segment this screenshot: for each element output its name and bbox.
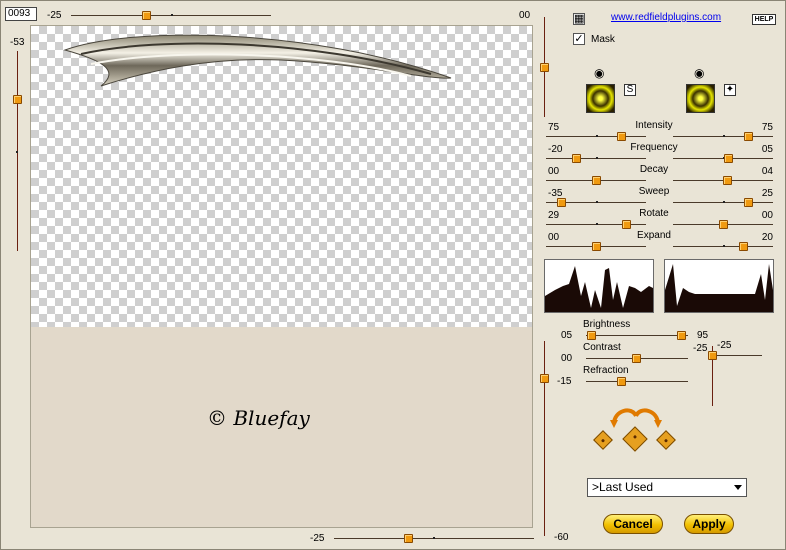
brightness-slider-knob-low[interactable] — [587, 331, 596, 340]
brightness-left-value: 05 — [561, 330, 573, 341]
bottom-slider-value: -25 — [310, 533, 325, 544]
chevron-down-icon — [734, 485, 742, 490]
refraction-slider-knob[interactable] — [617, 377, 626, 386]
help-button[interactable]: HELP — [752, 14, 776, 25]
right-wave-graph — [664, 259, 774, 313]
randomize-small-dice-icon[interactable] — [593, 430, 613, 450]
left-slider-center-tick — [16, 151, 18, 153]
wave-control-label: Frequency — [630, 142, 678, 153]
wave-control-right-slider-knob[interactable] — [724, 154, 733, 163]
plugin-window: 0093 -25 00 -53 © Bluefay ▦ www.redfield… — [0, 0, 786, 550]
brightness-slider-track[interactable] — [586, 335, 688, 336]
bottom-slider-knob[interactable] — [404, 534, 413, 543]
wave-control-left-value: -20 — [548, 144, 563, 155]
wave-control-left-center-tick — [596, 157, 598, 159]
wave-control-left-slider-knob[interactable] — [592, 176, 601, 185]
metallic-wave-shape — [63, 34, 452, 87]
wave-control-label: Decay — [639, 164, 669, 175]
contrast-label: Contrast — [583, 342, 621, 353]
swirl-toggle-icon[interactable]: ✦ — [724, 84, 736, 96]
wave-control-right-value: 20 — [761, 232, 773, 243]
left-wave-graph — [544, 259, 654, 313]
wave-control-label: Expand — [637, 230, 671, 241]
watermark-signature: © Bluefay — [207, 406, 310, 430]
wave-control-right-center-tick — [723, 135, 725, 137]
wave-control-left-value: 75 — [548, 122, 560, 133]
background-toggle-icon[interactable]: ▦ — [573, 13, 585, 25]
wave-control-right-value: 04 — [761, 166, 773, 177]
mask-label: Mask — [591, 34, 615, 45]
contrast-slider-knob[interactable] — [632, 354, 641, 363]
refraction-label: Refraction — [583, 365, 629, 376]
eye-icon[interactable]: ◉ — [594, 67, 604, 79]
frame-number-field[interactable]: 0093 — [5, 7, 37, 21]
wave-control-left-slider-knob[interactable] — [622, 220, 631, 229]
side-horizontal-slider-track[interactable] — [712, 355, 762, 356]
wave-control-right-center-tick — [723, 201, 725, 203]
wave-control-right-slider-knob[interactable] — [719, 220, 728, 229]
wave-control-left-center-tick — [596, 135, 598, 137]
wave-control-label: Intensity — [635, 120, 673, 131]
light-vertical-slider-track[interactable] — [544, 341, 545, 536]
preview-canvas[interactable]: © Bluefay — [30, 25, 533, 528]
refraction-left-value: -15 — [557, 376, 572, 387]
contrast-left-value: 00 — [561, 353, 573, 364]
right-top-slider-knob[interactable] — [540, 63, 549, 72]
randomize-small-dice-icon[interactable] — [656, 430, 676, 450]
top-right-value: 00 — [519, 10, 531, 21]
right-wave-graph-plot — [665, 264, 773, 312]
wave-control-right-slider-knob[interactable] — [723, 176, 732, 185]
wave-control-left-slider-knob[interactable] — [557, 198, 566, 207]
wave-control-label: Sweep — [638, 186, 670, 197]
wave-control-right-slider-knob[interactable] — [744, 198, 753, 207]
brightness-label: Brightness — [583, 319, 631, 330]
wave-control-left-slider-knob[interactable] — [592, 242, 601, 251]
preset-selected-value: >Last Used — [592, 480, 654, 494]
brightness-slider-knob-high[interactable] — [677, 331, 686, 340]
randomize-arrows-icon[interactable] — [610, 404, 662, 428]
wave-control-right-center-tick — [723, 245, 725, 247]
top-slider-center-tick — [171, 14, 173, 16]
wave-control-right-value: 05 — [761, 144, 773, 155]
wave-control-right-slider-knob[interactable] — [744, 132, 753, 141]
wave-control-left-center-tick — [596, 201, 598, 203]
website-link[interactable]: www.redfieldplugins.com — [611, 12, 721, 23]
left-slider-knob[interactable] — [13, 95, 22, 104]
top-slider-knob[interactable] — [142, 11, 151, 20]
refraction-slider-track[interactable] — [586, 381, 688, 382]
wave-control-left-value: 00 — [548, 166, 560, 177]
top-slider-value: -25 — [47, 10, 62, 21]
side-slider-knob[interactable] — [708, 351, 717, 360]
wave-control-left-slider-knob[interactable] — [572, 154, 581, 163]
left-slider-value: -53 — [10, 37, 25, 48]
bottom-slider-center-tick — [433, 537, 435, 539]
cancel-button[interactable]: Cancel — [603, 514, 663, 534]
wave-control-left-center-tick — [596, 223, 598, 225]
light-vertical-slider-knob[interactable] — [540, 374, 549, 383]
wave-control-right-slider-knob[interactable] — [739, 242, 748, 251]
wave-control-left-slider-knob[interactable] — [617, 132, 626, 141]
eye-icon[interactable]: ◉ — [694, 67, 704, 79]
texture-swatch-left[interactable] — [586, 84, 615, 113]
wave-control-right-value: 00 — [761, 210, 773, 221]
vertical-slider-value: -60 — [554, 532, 569, 543]
contrast-right-value: -25 — [693, 343, 708, 354]
mask-checkbox[interactable]: ✓ — [573, 33, 585, 45]
wave-control-left-value: 00 — [548, 232, 560, 243]
s-toggle-icon[interactable]: S — [624, 84, 636, 96]
preset-dropdown[interactable]: >Last Used — [587, 478, 747, 497]
texture-swatch-right[interactable] — [686, 84, 715, 113]
wave-control-left-value: 29 — [548, 210, 560, 221]
brightness-right-value: 95 — [697, 330, 709, 341]
left-wave-graph-plot — [545, 266, 653, 312]
apply-button[interactable]: Apply — [684, 514, 734, 534]
side-slider-value: -25 — [717, 340, 732, 351]
randomize-all-dice-icon[interactable] — [622, 426, 648, 452]
wave-control-label: Rotate — [639, 208, 669, 219]
